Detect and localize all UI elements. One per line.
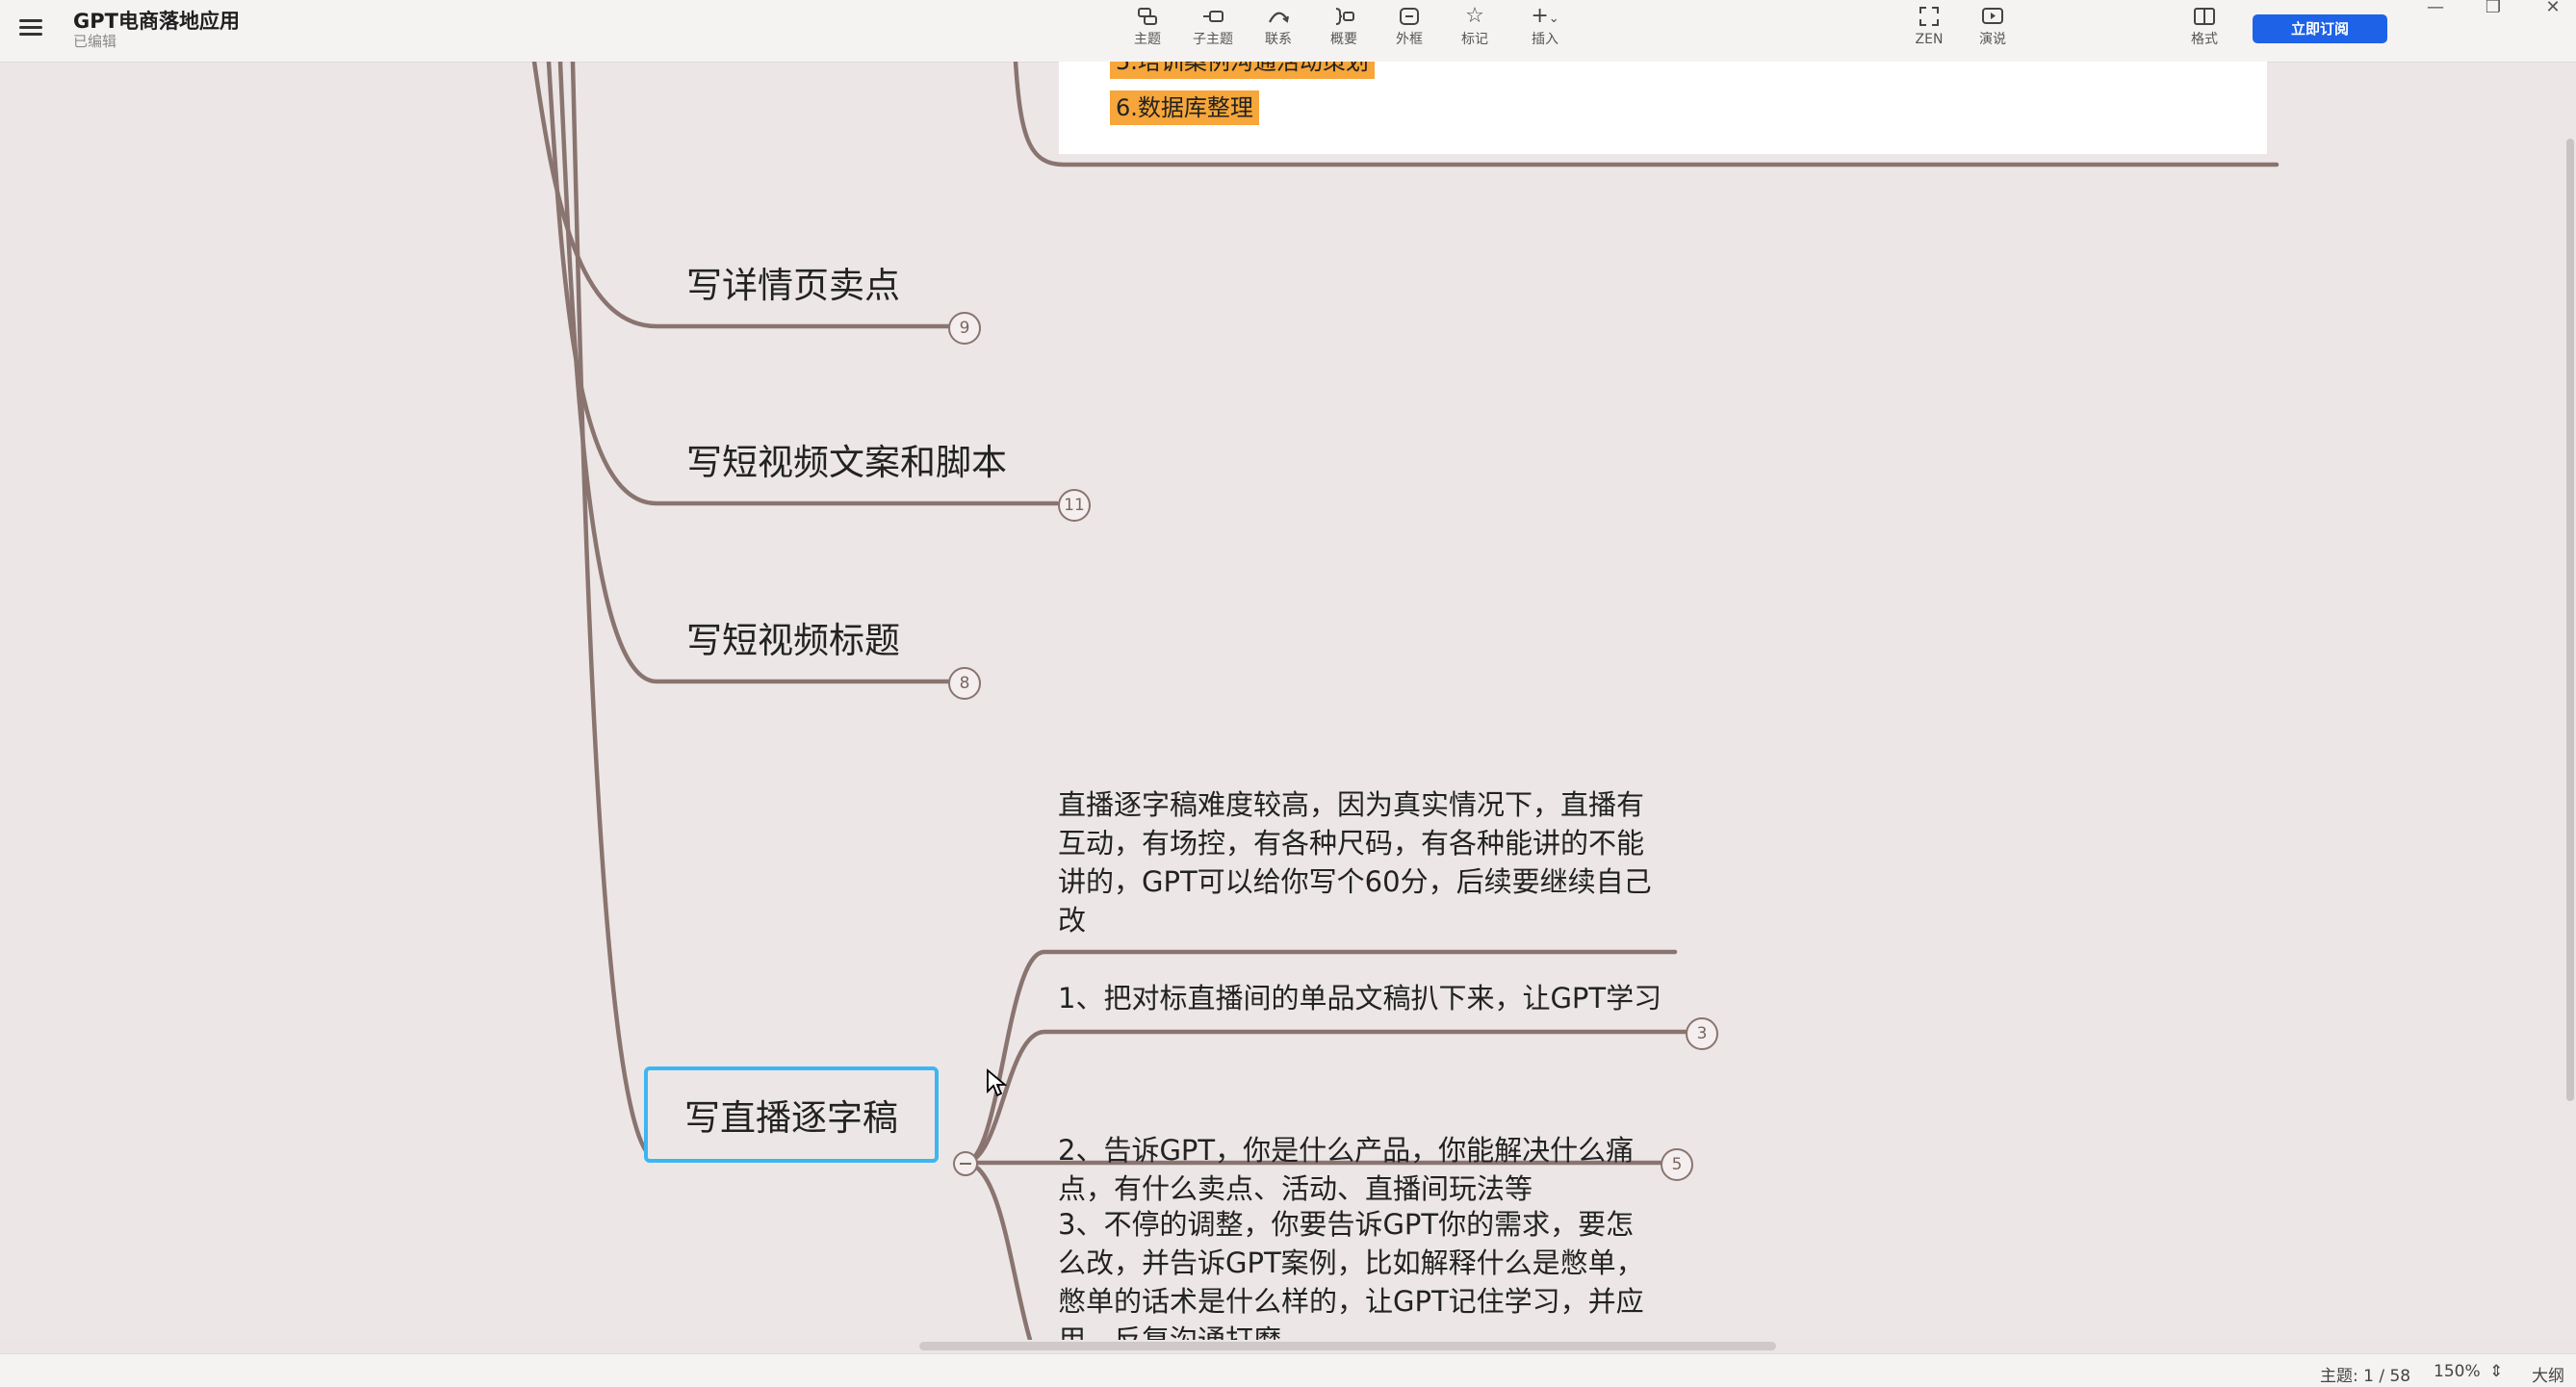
topic-short-video-script[interactable]: 写短视频文案和脚本 xyxy=(686,433,1007,485)
zen-mode-button[interactable]: ZEN xyxy=(1898,2,1960,58)
step-line: 点，有什么卖点、活动、直播间玩法等 xyxy=(1058,1172,1533,1205)
subtopic-tool-button[interactable]: 子主题 xyxy=(1182,2,1244,58)
restore-icon[interactable]: ❐ xyxy=(2474,0,2512,19)
plus-icon: +⌄ xyxy=(1531,4,1559,28)
collapse-icon[interactable] xyxy=(953,1151,978,1176)
topic-detail-page[interactable]: 写详情页卖点 xyxy=(686,256,900,308)
relationship-icon xyxy=(1248,2,1309,31)
live-script-note[interactable]: 直播逐字稿难度较高，因为真实情况下，直播有 互动，有场控，有各种尺码，有各种能讲… xyxy=(1058,785,1652,939)
note-line: 互动，有场控，有各种尺码，有各种能讲的不能 xyxy=(1058,827,1645,860)
subtopic-tool-label: 子主题 xyxy=(1193,32,1233,47)
topic-live-script[interactable]: 写直播逐字稿 xyxy=(644,1066,939,1163)
live-script-step1[interactable]: 1、把对标直播间的单品文稿扒下来，让GPT学习 xyxy=(1058,979,1662,1017)
minimize-icon[interactable]: — xyxy=(2416,0,2455,19)
topic-tool-label: 主题 xyxy=(1134,32,1161,47)
mindmap-canvas[interactable]: 5.培训案例沟通活动策划 6.数据库整理 写详情页卖点 9 写短视频文案和脚本 … xyxy=(0,62,2576,1340)
document-status: 已编辑 xyxy=(73,33,117,50)
star-icon: ☆ xyxy=(1465,4,1484,28)
summary-tool-label: 概要 xyxy=(1330,32,1357,47)
child-count-badge[interactable]: 3 xyxy=(1686,1017,1718,1050)
live-script-step2[interactable]: 2、告诉GPT，你是什么产品，你能解决什么痛 点，有什么卖点、活动、直播间玩法等 xyxy=(1058,1131,1634,1208)
live-script-step3[interactable]: 3、不停的调整，你要告诉GPT你的需求，要怎 么改，并告诉GPT案例，比如解释什… xyxy=(1058,1205,1644,1340)
child-count-badge[interactable]: 8 xyxy=(948,667,981,700)
top-toolbar: GPT电商落地应用 已编辑 主题 子主题 联系 概要 外框 ☆ 标记 +⌄ 插入… xyxy=(0,0,2576,63)
status-bar: 主题: 1 / 58 150% ⇕ 大纲 xyxy=(0,1353,2576,1387)
zoom-stepper-icon[interactable]: ⇕ xyxy=(2489,1362,2503,1381)
relationship-tool-button[interactable]: 联系 xyxy=(1248,2,1309,58)
mouse-cursor-icon xyxy=(987,1068,1007,1097)
boundary-tool-label: 外框 xyxy=(1396,32,1423,47)
note-line: 讲的，GPT可以给你写个60分，后续要继续自己 xyxy=(1058,865,1652,898)
present-label: 演说 xyxy=(1979,32,2006,47)
present-button[interactable]: 演说 xyxy=(1962,2,2023,58)
fullscreen-icon xyxy=(1898,2,1960,31)
chevron-down-icon: ⌄ xyxy=(1548,12,1559,26)
step-line: 2、告诉GPT，你是什么产品，你能解决什么痛 xyxy=(1058,1134,1635,1167)
panel-icon xyxy=(2174,2,2235,31)
topic-count: 主题: 1 / 58 xyxy=(2320,1367,2411,1386)
child-count-badge[interactable]: 5 xyxy=(1661,1148,1693,1181)
format-panel-button[interactable]: 格式 xyxy=(2174,2,2235,58)
outline-button[interactable]: 大纲 xyxy=(2532,1362,2564,1386)
subtopic-icon xyxy=(1182,2,1244,31)
summary-icon xyxy=(1313,2,1375,31)
boundary-icon xyxy=(1378,2,1440,31)
relationship-tool-label: 联系 xyxy=(1265,32,1292,47)
horizontal-scrollbar[interactable] xyxy=(919,1342,1776,1350)
highlight-item[interactable]: 5.培训案例沟通活动策划 xyxy=(1110,62,1375,79)
insert-tool-button[interactable]: +⌄ 插入 xyxy=(1511,2,1579,58)
marker-tool-label: 标记 xyxy=(1461,32,1488,47)
subscribe-button[interactable]: 立即订阅 xyxy=(2253,14,2387,43)
topic-icon xyxy=(1117,2,1178,31)
note-line: 直播逐字稿难度较高，因为真实情况下，直播有 xyxy=(1058,788,1645,821)
format-label: 格式 xyxy=(2191,32,2218,47)
topic-tool-button[interactable]: 主题 xyxy=(1117,2,1178,58)
step-line: 憋单的话术是什么样的，让GPT记住学习，并应 xyxy=(1058,1285,1644,1318)
play-icon xyxy=(1962,2,2023,31)
step-line: 么改，并告诉GPT案例，比如解释什么是憋单， xyxy=(1058,1246,1644,1279)
summary-tool-button[interactable]: 概要 xyxy=(1313,2,1375,58)
menu-icon[interactable] xyxy=(17,15,44,42)
insert-tool-label: 插入 xyxy=(1532,32,1558,47)
vertical-scrollbar[interactable] xyxy=(2566,139,2574,1101)
step-line: 3、不停的调整，你要告诉GPT你的需求，要怎 xyxy=(1058,1208,1635,1241)
marker-tool-button[interactable]: ☆ 标记 xyxy=(1444,2,1506,58)
boundary-tool-button[interactable]: 外框 xyxy=(1378,2,1440,58)
topic-short-video-title[interactable]: 写短视频标题 xyxy=(686,611,900,663)
highlight-item[interactable]: 6.数据库整理 xyxy=(1110,90,1259,125)
note-line: 改 xyxy=(1058,904,1087,937)
zoom-level[interactable]: 150% xyxy=(2434,1362,2481,1381)
step-line: 用，反复沟通打磨 xyxy=(1058,1323,1282,1340)
child-count-badge[interactable]: 11 xyxy=(1058,489,1091,522)
child-count-badge[interactable]: 9 xyxy=(948,312,981,345)
close-icon[interactable]: ✕ xyxy=(2534,0,2572,19)
zen-label: ZEN xyxy=(1915,32,1944,47)
